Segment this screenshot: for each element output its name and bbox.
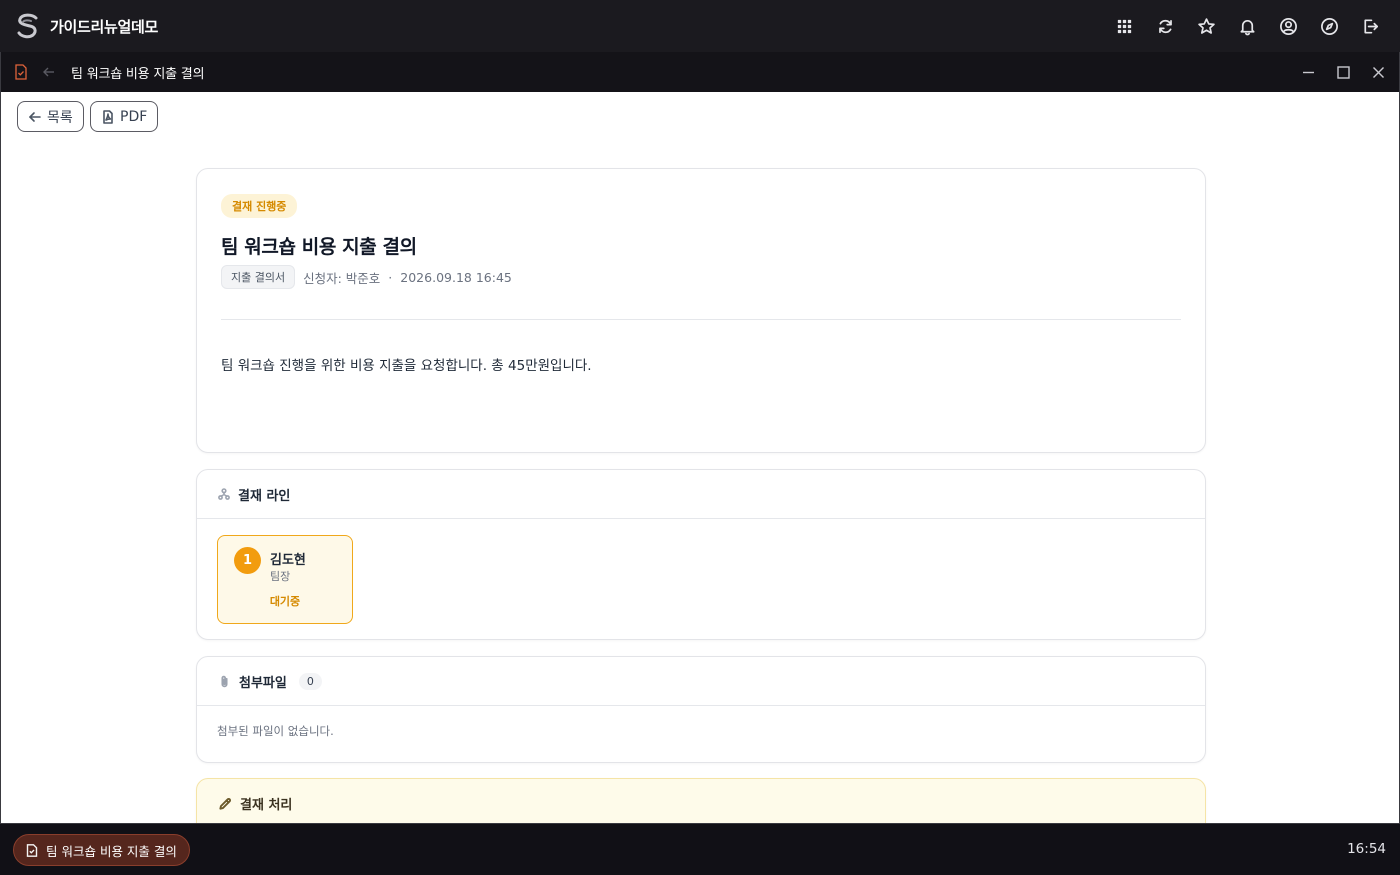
document-card: 결재 진행중 팀 워크숍 비용 지출 결의 지출 결의서 신청자: 박준호 · … <box>196 168 1206 453</box>
document-body: 팀 워크숍 진행을 위한 비용 지출을 요청합니다. 총 45만원입니다. <box>221 358 592 374</box>
apps-grid-icon[interactable] <box>1109 11 1140 42</box>
attachments-count: 0 <box>298 672 322 690</box>
taskbar: 팀 워크숍 비용 지출 결의 16:54 <box>0 824 1400 875</box>
logout-icon[interactable] <box>1355 11 1386 42</box>
topbar-actions <box>1109 0 1386 52</box>
close-icon <box>1373 66 1384 78</box>
approver-name: 김도현 <box>270 553 306 568</box>
back-to-list-label: 목록 <box>47 109 73 126</box>
window-titlebar: 팀 워크숍 비용 지출 결의 <box>1 52 1399 92</box>
attachments-title: 첨부파일 <box>239 675 287 691</box>
approval-line-card: 결재 라인 1 김도현 팀장 대기중 <box>196 469 1206 640</box>
document-content: 목록 PDF 결재 진행중 팀 워크숍 비용 지출 결의 지출 결의서 신청자:… <box>1 92 1399 823</box>
arrow-left-icon <box>29 111 41 122</box>
back-to-list-button[interactable]: 목록 <box>17 101 84 132</box>
paperclip-icon <box>221 675 228 687</box>
document-type-tag: 지출 결의서 <box>221 265 296 289</box>
taskbar-item-label: 팀 워크숍 비용 지출 결의 <box>46 843 177 859</box>
approval-step-number: 1 <box>234 547 261 574</box>
document-title: 팀 워크숍 비용 지출 결의 <box>221 236 417 258</box>
approver-role: 팀장 <box>270 570 291 583</box>
window-title: 팀 워크숍 비용 지출 결의 <box>71 66 205 82</box>
attachments-empty-text: 첨부된 파일이 없습니다. <box>217 724 334 738</box>
maximize-button[interactable] <box>1333 62 1354 83</box>
document-check-icon <box>15 64 27 80</box>
document-window: 팀 워크숍 비용 지출 결의 목록 PDF 결재 진행중 팀 워크숍 비용 지출… <box>0 52 1400 824</box>
approval-process-card: 결재 처리 <box>196 778 1206 823</box>
pdf-label: PDF <box>120 108 148 125</box>
window-controls <box>1298 52 1389 92</box>
pdf-button[interactable]: PDF <box>90 101 159 132</box>
status-badge: 결재 진행중 <box>221 194 298 218</box>
document-check-icon <box>26 843 38 857</box>
bell-icon[interactable] <box>1232 11 1263 42</box>
document-date: 2026.09.18 16:45 <box>400 269 512 285</box>
org-chart-icon <box>218 488 230 500</box>
app-logo-icon <box>17 13 38 39</box>
approval-line-title: 결재 라인 <box>238 488 291 504</box>
taskbar-window-item[interactable]: 팀 워크숍 비용 지출 결의 <box>13 834 190 866</box>
document-meta: 지출 결의서 신청자: 박준호 · 2026.09.18 16:45 <box>221 265 512 289</box>
attachments-header: 첨부파일 0 <box>197 657 1205 706</box>
requester: 신청자: 박준호 <box>303 270 381 286</box>
maximize-icon <box>1337 65 1350 79</box>
approval-process-title: 결재 처리 <box>240 798 293 813</box>
compass-icon[interactable] <box>1314 11 1345 42</box>
back-arrow-icon[interactable] <box>41 64 57 80</box>
minimize-icon <box>1303 71 1314 73</box>
approver-status: 대기중 <box>269 595 301 608</box>
app-topbar: 가이드리뉴얼데모 <box>0 0 1400 52</box>
minimize-button[interactable] <box>1298 62 1319 83</box>
refresh-icon[interactable] <box>1150 11 1181 42</box>
meta-separator: · <box>388 269 393 285</box>
close-button[interactable] <box>1368 62 1389 83</box>
approval-process-header: 결재 처리 <box>197 779 1205 823</box>
divider <box>221 319 1181 320</box>
clock: 16:54 <box>1347 841 1386 857</box>
star-icon[interactable] <box>1191 11 1222 42</box>
user-circle-icon[interactable] <box>1273 11 1304 42</box>
app-name: 가이드리뉴얼데모 <box>50 17 159 36</box>
brand[interactable]: 가이드리뉴얼데모 <box>14 12 158 40</box>
pencil-icon <box>219 797 231 810</box>
approver-card[interactable]: 1 김도현 팀장 대기중 <box>217 535 353 624</box>
attachments-card: 첨부파일 0 첨부된 파일이 없습니다. <box>196 656 1206 763</box>
approval-line-header: 결재 라인 <box>197 470 1205 519</box>
pdf-file-icon <box>103 109 113 124</box>
